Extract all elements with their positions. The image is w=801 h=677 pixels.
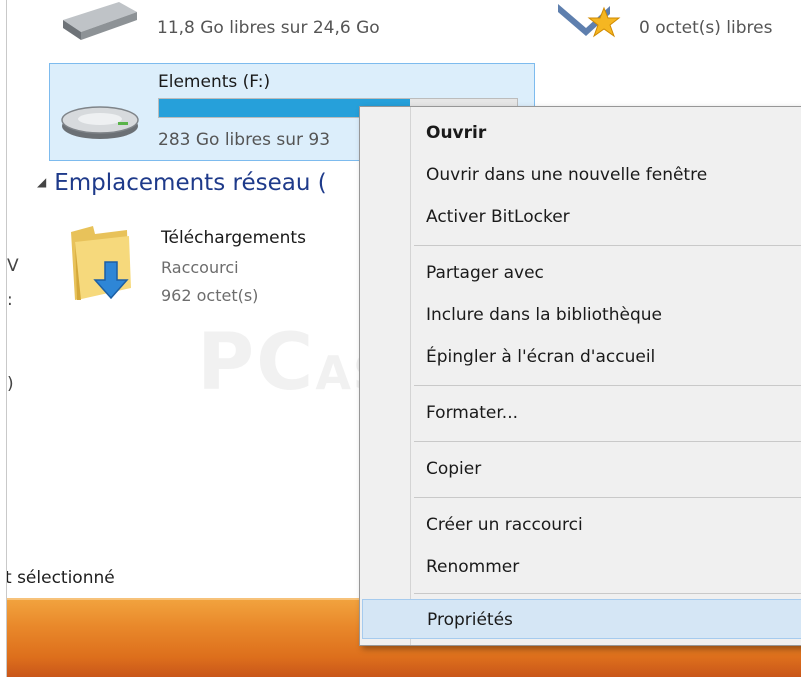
star-drive-icon <box>558 4 621 38</box>
favorites-free-space: 0 octet(s) libres <box>639 18 773 38</box>
folder-shortcut-icon <box>71 226 131 300</box>
menu-item-open-new-window[interactable]: Ouvrir dans une nouvelle fenêtre <box>362 155 801 195</box>
group-header-label: Emplacements réseau ( <box>54 170 327 196</box>
menu-separator <box>414 593 801 594</box>
hard-drive-icon <box>63 2 137 40</box>
menu-item-copy[interactable]: Copier <box>362 449 801 489</box>
menu-item-pin-to-start[interactable]: Épingler à l'écran d'accueil <box>362 337 801 377</box>
hard-drive-icon <box>61 106 139 139</box>
collapse-triangle-icon[interactable]: ◢ <box>37 175 46 189</box>
menu-item-enable-bitlocker[interactable]: Activer BitLocker <box>362 197 801 237</box>
cropped-left-text: V <box>7 256 19 276</box>
network-item-telechargements[interactable]: Téléchargements Raccourci 962 octet(s) <box>65 222 365 322</box>
menu-separator <box>414 385 801 386</box>
status-bar: t sélectionné <box>7 560 387 598</box>
menu-separator <box>414 441 801 442</box>
item-name: Téléchargements <box>161 228 306 248</box>
cropped-left-text: : <box>7 290 13 310</box>
menu-item-share-with[interactable]: Partager avec <box>362 253 801 293</box>
status-text: t sélectionné <box>6 568 115 588</box>
menu-item-rename[interactable]: Renommer <box>362 547 801 587</box>
menu-item-include-in-library[interactable]: Inclure dans la bibliothèque <box>362 295 801 335</box>
menu-item-create-shortcut[interactable]: Créer un raccourci <box>362 505 801 545</box>
menu-item-format[interactable]: Formater... <box>362 393 801 433</box>
top-drive-free-space: 11,8 Go libres sur 24,6 Go <box>157 18 380 38</box>
drive-name: Elements (F:) <box>158 72 271 92</box>
drive-free-space: 283 Go libres sur 93 <box>158 130 331 150</box>
group-header-network-locations[interactable]: ◢ Emplacements réseau ( <box>37 170 327 196</box>
context-menu: Ouvrir Ouvrir dans une nouvelle fenêtre … <box>359 106 801 646</box>
menu-separator <box>414 497 801 498</box>
menu-separator <box>414 245 801 246</box>
cropped-left-text: ) <box>7 374 14 394</box>
menu-item-properties[interactable]: Propriétés <box>362 599 801 639</box>
screen-frame: 11,8 Go libres sur 24,6 Go 0 octet(s) li… <box>6 0 801 677</box>
menu-item-open[interactable]: Ouvrir <box>362 113 801 153</box>
item-type: Raccourci <box>161 258 239 277</box>
item-size: 962 octet(s) <box>161 286 259 305</box>
